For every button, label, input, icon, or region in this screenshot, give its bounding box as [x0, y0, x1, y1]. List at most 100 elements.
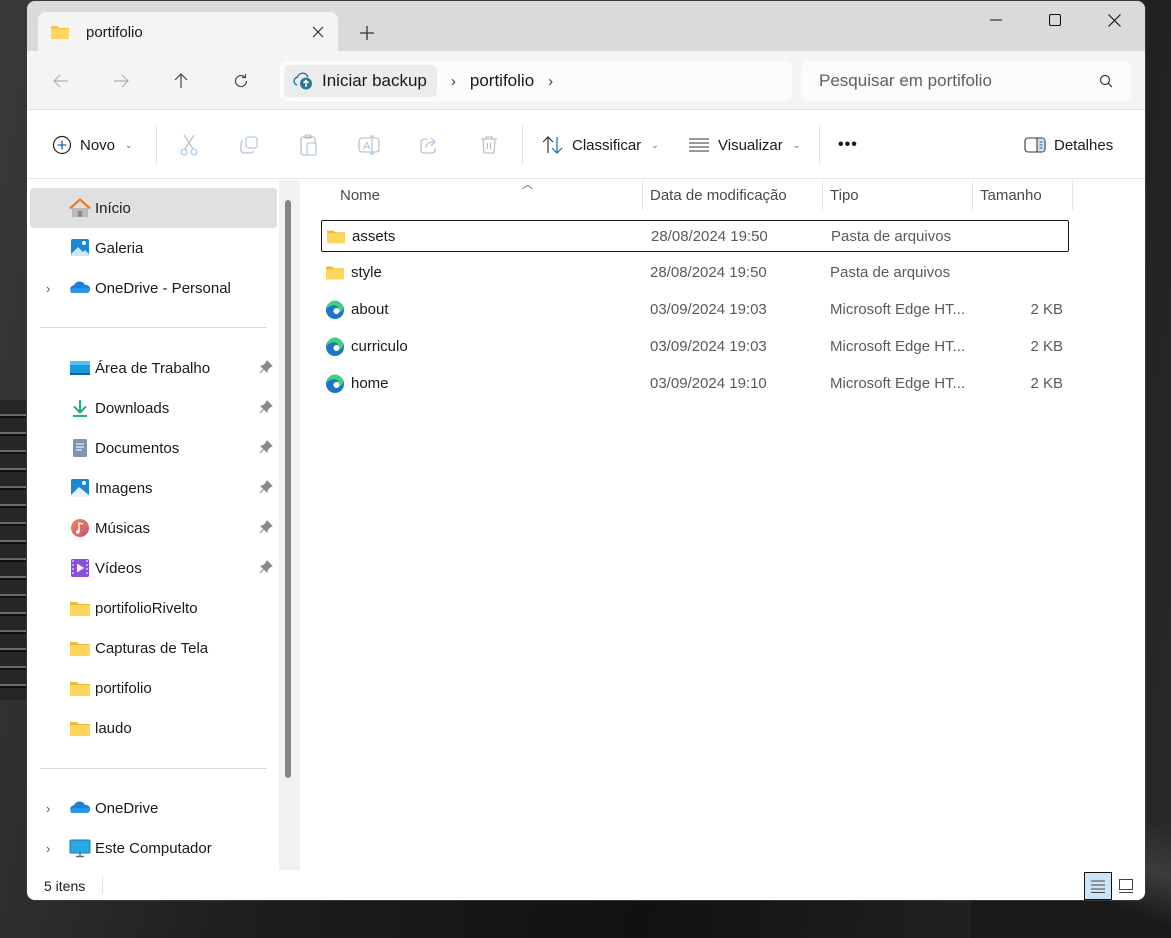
folder-icon [70, 682, 90, 696]
refresh-button[interactable] [225, 65, 257, 97]
pin-icon[interactable] [259, 360, 273, 374]
file-row-assets[interactable]: assets 28/08/2024 19:50 Pasta de arquivo… [321, 220, 1069, 252]
file-date: 03/09/2024 19:03 [650, 338, 767, 355]
close-tab-button[interactable] [304, 18, 332, 46]
breadcrumb-portifolio[interactable]: portifolio [470, 71, 534, 91]
home-icon [69, 198, 91, 217]
sidebar-item-label: Área de Trabalho [95, 359, 211, 377]
sidebar-item-capturas-de-tela[interactable]: Capturas de Tela [30, 628, 277, 668]
large-icons-view-button[interactable] [1112, 872, 1140, 900]
sidebar-item-label: Galeria [95, 239, 144, 257]
delete-button[interactable] [471, 129, 507, 161]
sidebar-item-portifoliorivelto[interactable]: portifolioRivelto [30, 588, 277, 628]
paste-button[interactable] [291, 129, 327, 161]
folder-icon [327, 230, 345, 244]
close-window-button[interactable] [1085, 1, 1143, 39]
sidebar-item-label: laudo [95, 719, 132, 737]
sidebar-item-downloads[interactable]: Downloads [30, 388, 277, 428]
minimize-button[interactable] [967, 1, 1025, 39]
breadcrumb-chevron-icon[interactable]: › [548, 73, 553, 90]
sort-button[interactable]: Classificar ⌄ [542, 129, 659, 161]
sidebar-item-galeria[interactable]: Galeria [30, 228, 277, 268]
arrow-right-icon [114, 74, 129, 88]
tab-portifolio[interactable]: portifolio [38, 12, 338, 52]
rename-icon: A [358, 135, 380, 155]
file-date: 03/09/2024 19:03 [650, 301, 767, 318]
sidebar-item-imagens[interactable]: Imagens [30, 468, 277, 508]
folder-icon [70, 722, 90, 736]
details-pane-button[interactable]: Detalhes [1024, 129, 1113, 161]
chevron-right-icon[interactable]: › [46, 841, 50, 856]
details-label: Detalhes [1054, 136, 1114, 154]
chevron-right-icon[interactable]: › [46, 801, 50, 816]
sidebar-item-onedrive-personal[interactable]: › OneDrive - Personal [30, 268, 277, 308]
search-input[interactable] [819, 71, 1099, 91]
up-button[interactable] [165, 65, 197, 97]
file-name: home [351, 375, 389, 392]
file-date: 28/08/2024 19:50 [650, 264, 767, 281]
divider [102, 876, 103, 894]
view-button[interactable]: Visualizar ⌄ [688, 129, 800, 161]
svg-text:A: A [363, 141, 371, 153]
breadcrumb-chevron-icon[interactable]: › [451, 73, 456, 90]
chevron-right-icon[interactable]: › [46, 281, 50, 296]
column-divider[interactable] [822, 180, 823, 210]
file-row-home[interactable]: home 03/09/2024 19:10 Microsoft Edge HT.… [321, 368, 1069, 400]
sidebar-scrollbar-thumb[interactable] [285, 200, 291, 778]
column-header-type[interactable]: Tipo [830, 180, 970, 210]
pin-icon[interactable] [259, 480, 273, 494]
more-options-button[interactable]: ••• [838, 129, 858, 161]
column-header-name[interactable]: Nome ︿ [340, 179, 640, 210]
file-row-about[interactable]: about 03/09/2024 19:03 Microsoft Edge HT… [321, 294, 1069, 326]
column-divider[interactable] [642, 180, 643, 210]
navigation-pane: Início Galeria › OneDrive - Personal Áre… [27, 180, 299, 870]
maximize-button[interactable] [1026, 1, 1084, 39]
gallery-icon [71, 239, 89, 256]
sort-ascending-icon: ︿ [522, 179, 533, 191]
tab-title: portifolio [86, 23, 143, 41]
details-view-button[interactable] [1084, 872, 1112, 900]
file-row-curriculo[interactable]: curriculo 03/09/2024 19:03 Microsoft Edg… [321, 331, 1069, 363]
sidebar-item-este-computador[interactable]: › Este Computador [30, 828, 277, 868]
sidebar-item-inicio[interactable]: Início [30, 188, 277, 228]
new-tab-button[interactable] [353, 19, 381, 47]
backup-label: Iniciar backup [322, 71, 427, 90]
file-row-style[interactable]: style 28/08/2024 19:50 Pasta de arquivos [321, 257, 1069, 289]
copy-button[interactable] [231, 129, 267, 161]
share-icon [420, 137, 436, 154]
pin-icon[interactable] [259, 440, 273, 454]
forward-button[interactable] [105, 65, 137, 97]
folder-icon [70, 602, 90, 616]
search-box[interactable] [801, 61, 1131, 101]
column-header-date[interactable]: Data de modificação [650, 180, 820, 210]
backup-button[interactable]: Iniciar backup [284, 65, 437, 97]
address-bar[interactable]: Iniciar backup › portifolio › [280, 61, 792, 101]
sidebar-item-portifolio[interactable]: portifolio [30, 668, 277, 708]
share-button[interactable] [411, 129, 447, 161]
sidebar-item-area-de-trabalho[interactable]: Área de Trabalho [30, 348, 277, 388]
column-header-size[interactable]: Tamanho [980, 180, 1070, 210]
pin-icon[interactable] [259, 560, 273, 574]
sidebar-item-laudo[interactable]: laudo [30, 708, 277, 748]
file-type: Microsoft Edge HT... [830, 338, 966, 355]
pin-icon[interactable] [259, 400, 273, 414]
navigation-bar: Iniciar backup › portifolio › [27, 51, 1145, 110]
cut-button[interactable] [171, 129, 207, 161]
back-button[interactable] [45, 65, 77, 97]
pictures-icon [71, 479, 89, 497]
sidebar-item-label: OneDrive [95, 799, 159, 817]
column-divider[interactable] [1072, 180, 1073, 210]
rename-button[interactable]: A [351, 129, 387, 161]
file-name: style [351, 264, 382, 281]
divider [819, 125, 820, 165]
sidebar-item-documentos[interactable]: Documentos [30, 428, 277, 468]
sidebar-item-onedrive[interactable]: › OneDrive [30, 788, 277, 828]
file-type: Pasta de arquivos [830, 264, 951, 281]
sidebar-item-videos[interactable]: Vídeos [30, 548, 277, 588]
refresh-icon [234, 74, 248, 88]
sidebar-item-label: OneDrive - Personal [95, 279, 231, 297]
pin-icon[interactable] [259, 520, 273, 534]
new-button[interactable]: Novo ⌄ [52, 129, 133, 161]
sidebar-item-musicas[interactable]: Músicas [30, 508, 277, 548]
column-divider[interactable] [972, 180, 973, 210]
